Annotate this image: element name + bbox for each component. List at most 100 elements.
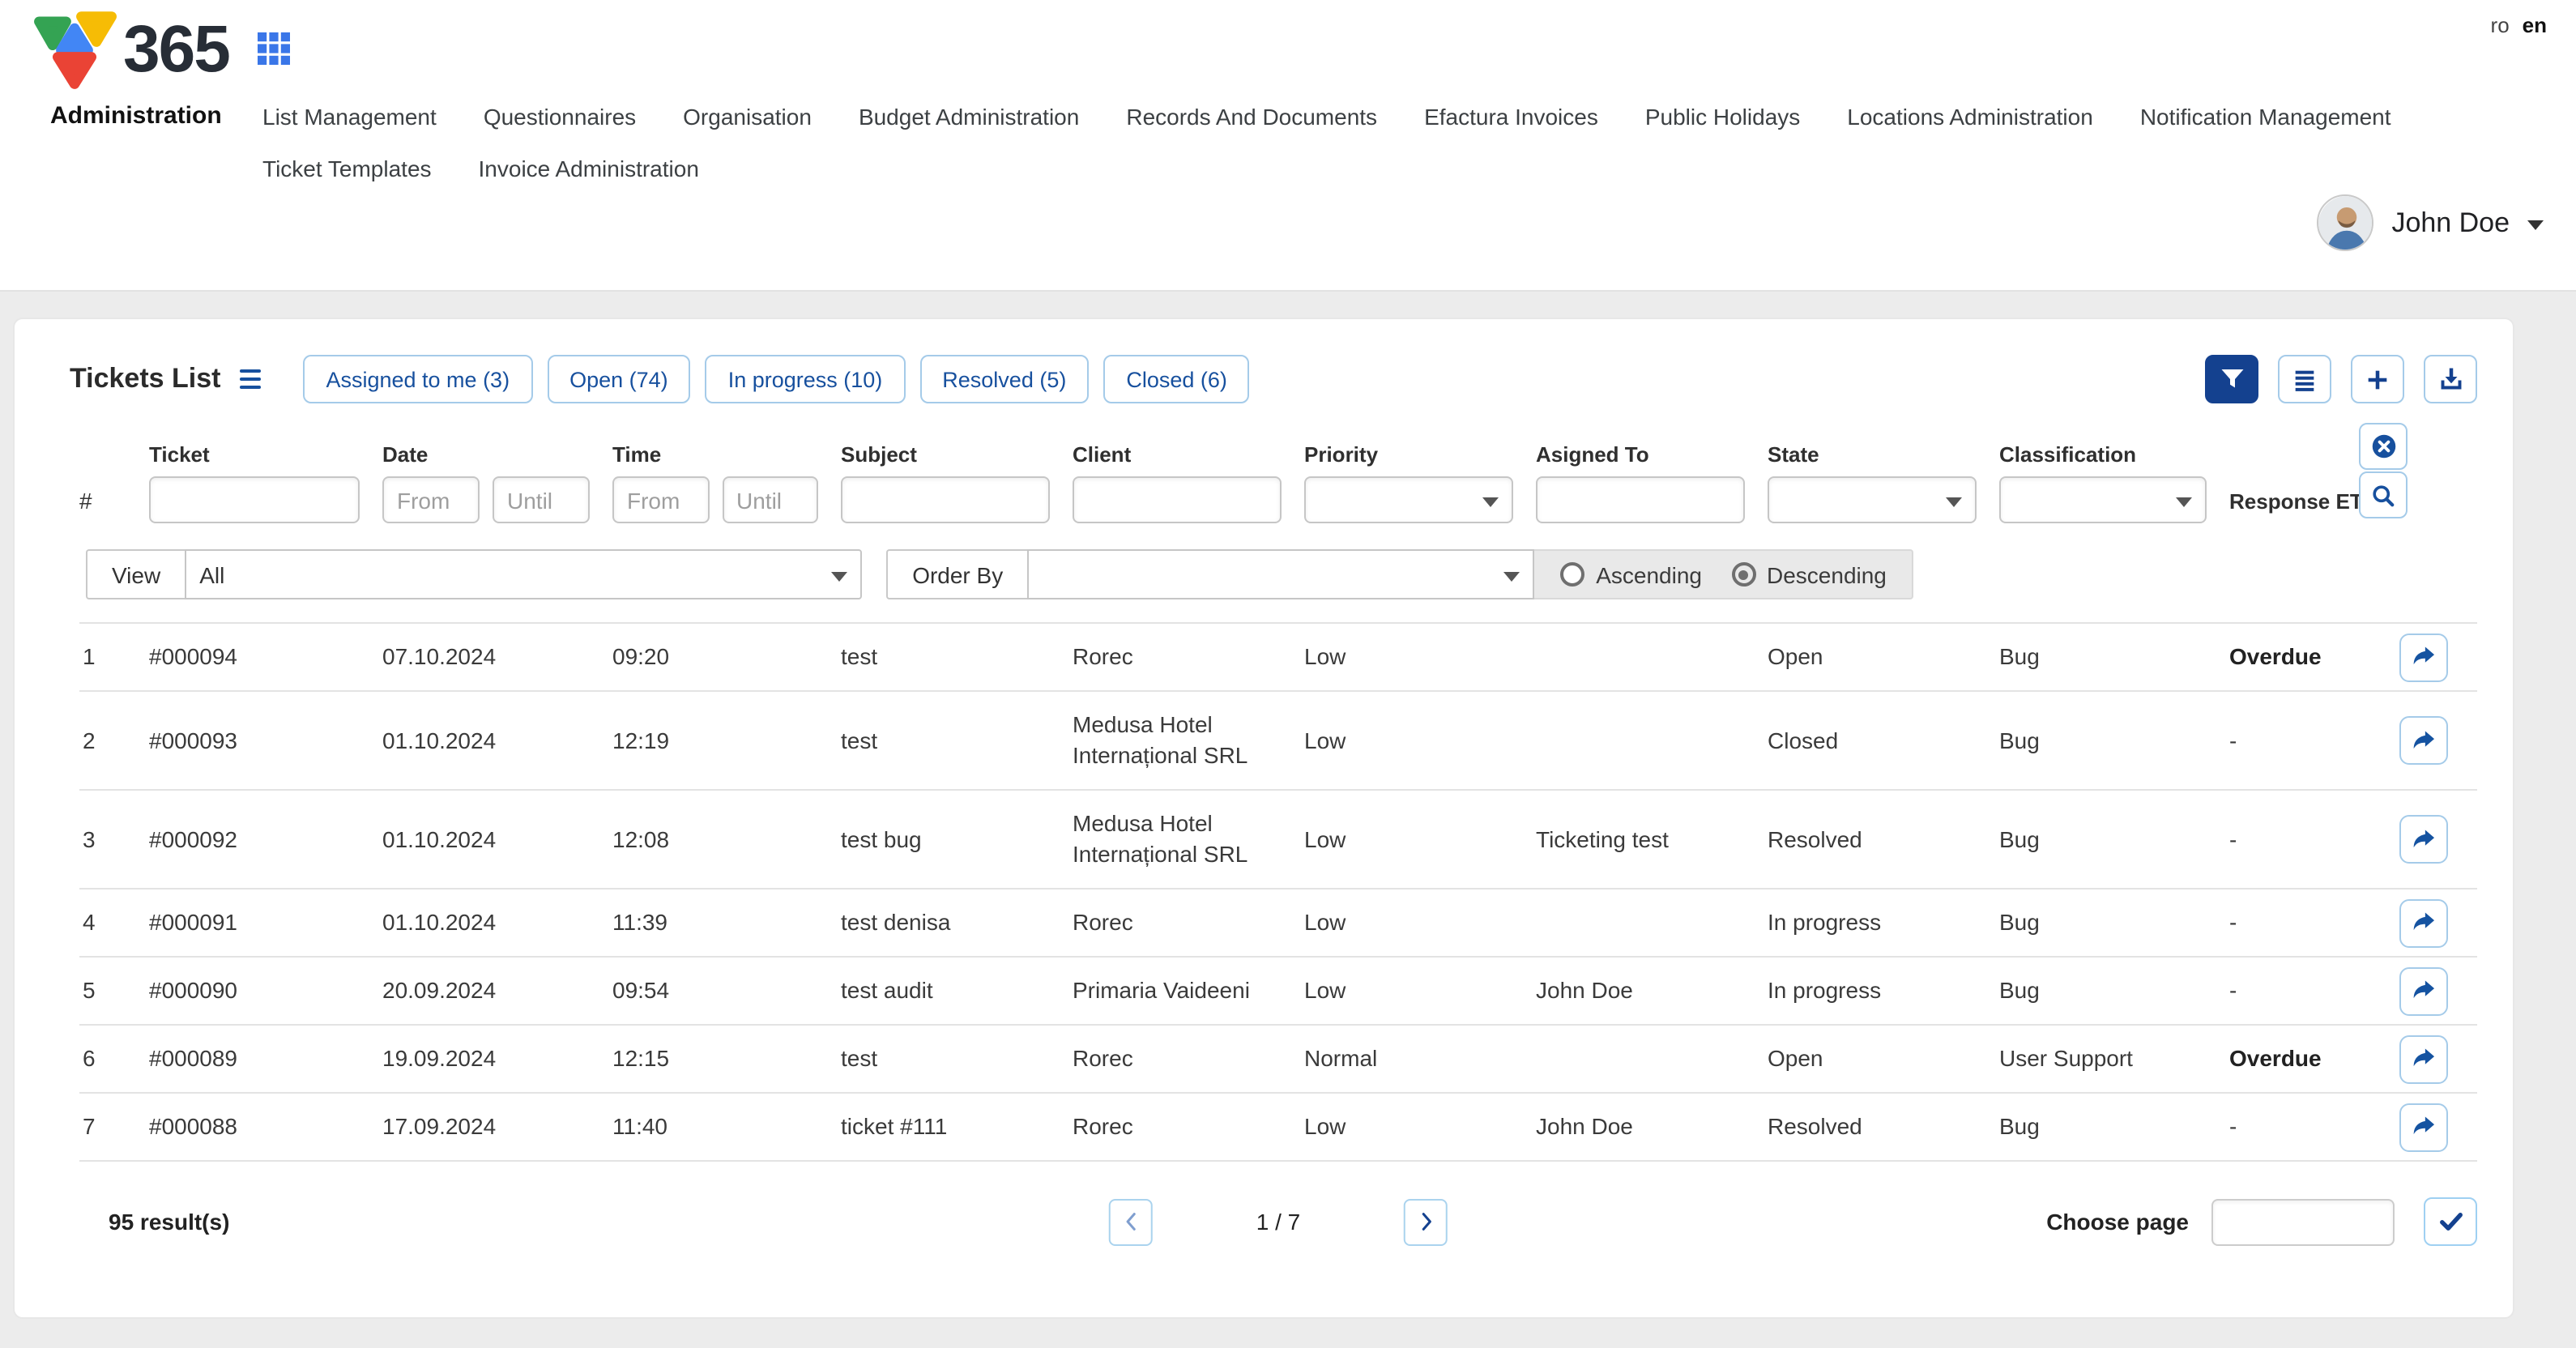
ascending-option[interactable]: Ascending bbox=[1560, 561, 1702, 587]
time-from-input[interactable] bbox=[612, 476, 709, 523]
client-filter-input[interactable] bbox=[1073, 476, 1282, 523]
next-page-button[interactable] bbox=[1404, 1198, 1448, 1245]
go-to-page-button[interactable] bbox=[2424, 1197, 2477, 1246]
chip-in-progress[interactable]: In progress (10) bbox=[706, 355, 906, 403]
choose-page-label: Choose page bbox=[2046, 1209, 2189, 1235]
priority-filter-select[interactable] bbox=[1304, 476, 1513, 523]
time-until-input[interactable] bbox=[722, 476, 818, 523]
chevron-left-icon bbox=[1120, 1210, 1142, 1233]
descending-option[interactable]: Descending bbox=[1731, 561, 1887, 587]
ticket-subject: test bug bbox=[841, 806, 1073, 872]
open-ticket-button[interactable] bbox=[2399, 1034, 2448, 1083]
chip-resolved[interactable]: Resolved (5) bbox=[919, 355, 1089, 403]
ticket-subject: test bbox=[841, 1026, 1073, 1092]
chip-closed[interactable]: Closed (6) bbox=[1103, 355, 1250, 403]
col-label-client: Client bbox=[1073, 442, 1304, 476]
search-button[interactable] bbox=[2359, 471, 2408, 518]
choose-page-input[interactable] bbox=[2211, 1198, 2395, 1245]
ticket-priority: Low bbox=[1304, 624, 1536, 690]
nav-ticket-templates[interactable]: Ticket Templates bbox=[262, 156, 432, 181]
open-ticket-button[interactable] bbox=[2399, 815, 2448, 864]
state-filter-select[interactable] bbox=[1768, 476, 1977, 523]
descending-radio[interactable] bbox=[1731, 562, 1755, 587]
panel-toolbar bbox=[2205, 355, 2477, 403]
view-select[interactable]: All bbox=[185, 549, 862, 599]
nav-notification-management[interactable]: Notification Management bbox=[2140, 104, 2391, 130]
forward-arrow-icon bbox=[2410, 1113, 2437, 1141]
ticket-assigned-to bbox=[1536, 889, 1768, 956]
ticket-response-eta: Overdue bbox=[2229, 1026, 2399, 1092]
nav-locations-administration[interactable]: Locations Administration bbox=[1847, 104, 2093, 130]
ticket-priority: Low bbox=[1304, 958, 1536, 1024]
forward-arrow-icon bbox=[2410, 909, 2437, 936]
clear-filters-button[interactable] bbox=[2359, 423, 2408, 470]
ticket-priority: Low bbox=[1304, 1094, 1536, 1160]
ticket-time: 12:19 bbox=[612, 707, 841, 774]
previous-page-button[interactable] bbox=[1109, 1198, 1153, 1245]
page-indicator: 1 / 7 bbox=[1256, 1209, 1301, 1235]
classification-filter-select[interactable] bbox=[1999, 476, 2207, 523]
user-name: John Doe bbox=[2391, 207, 2510, 239]
ticket-classification: Bug bbox=[1999, 624, 2229, 690]
nav-questionnaires[interactable]: Questionnaires bbox=[484, 104, 636, 130]
open-ticket-button[interactable] bbox=[2399, 716, 2448, 765]
table-footer: 95 result(s) 1 / 7 Choose p bbox=[79, 1197, 2477, 1246]
ticket-subject: test bbox=[841, 707, 1073, 774]
chevron-down-icon bbox=[831, 571, 847, 581]
list-view-button[interactable] bbox=[2278, 355, 2331, 403]
download-button[interactable] bbox=[2424, 355, 2477, 403]
user-menu[interactable]: John Doe bbox=[2317, 194, 2544, 251]
ticket-priority: Low bbox=[1304, 889, 1536, 956]
filter-toggle-button[interactable] bbox=[2205, 355, 2258, 403]
ticket-response-eta: - bbox=[2229, 806, 2399, 872]
add-ticket-button[interactable] bbox=[2351, 355, 2404, 403]
chevron-down-icon bbox=[2527, 220, 2544, 229]
table-row: 1 #000094 07.10.2024 09:20 test Rorec Lo… bbox=[79, 624, 2477, 692]
nav-efactura-invoices[interactable]: Efactura Invoices bbox=[1424, 104, 1598, 130]
ticket-classification: Bug bbox=[1999, 958, 2229, 1024]
nav-organisation[interactable]: Organisation bbox=[683, 104, 812, 130]
nav-budget-administration[interactable]: Budget Administration bbox=[859, 104, 1079, 130]
chip-open[interactable]: Open (74) bbox=[547, 355, 691, 403]
open-ticket-button[interactable] bbox=[2399, 898, 2448, 947]
ticket-time: 11:39 bbox=[612, 889, 841, 956]
row-number: 2 bbox=[79, 707, 149, 774]
tickets-rows: 1 #000094 07.10.2024 09:20 test Rorec Lo… bbox=[79, 624, 2477, 1162]
ticket-id: #000093 bbox=[149, 707, 382, 774]
plus-icon bbox=[2364, 365, 2391, 393]
subject-filter-input[interactable] bbox=[841, 476, 1050, 523]
page-title: Tickets List bbox=[70, 363, 220, 395]
ticket-id: #000090 bbox=[149, 958, 382, 1024]
open-ticket-button[interactable] bbox=[2399, 966, 2448, 1015]
date-until-input[interactable] bbox=[493, 476, 590, 523]
assigned-to-filter-input[interactable] bbox=[1536, 476, 1745, 523]
brand: 365 Administration bbox=[32, 10, 291, 130]
row-number: 3 bbox=[79, 806, 149, 872]
tickets-list-menu-icon[interactable] bbox=[240, 369, 261, 390]
ticket-id: #000092 bbox=[149, 806, 382, 872]
nav-list-management[interactable]: List Management bbox=[262, 104, 437, 130]
chip-assigned-to-me[interactable]: Assigned to me (3) bbox=[303, 355, 532, 403]
order-by-select[interactable] bbox=[1027, 549, 1534, 599]
list-icon bbox=[2291, 365, 2318, 393]
ticket-filter-input[interactable] bbox=[149, 476, 360, 523]
main-content: Tickets List Assigned to me (3) Open (74… bbox=[0, 318, 2576, 1319]
table-row: 7 #000088 17.09.2024 11:40 ticket #111 R… bbox=[79, 1094, 2477, 1162]
col-label-ticket: Ticket bbox=[149, 442, 382, 476]
brand-logo-icon bbox=[32, 10, 117, 89]
ticket-subject: test bbox=[841, 624, 1073, 690]
ticket-state: In progress bbox=[1768, 889, 1999, 956]
open-ticket-button[interactable] bbox=[2399, 633, 2448, 681]
nav-records-and-documents[interactable]: Records And Documents bbox=[1126, 104, 1377, 130]
ticket-date: 01.10.2024 bbox=[382, 707, 612, 774]
ticket-date: 20.09.2024 bbox=[382, 958, 612, 1024]
date-from-input[interactable] bbox=[382, 476, 480, 523]
open-ticket-button[interactable] bbox=[2399, 1103, 2448, 1151]
ticket-classification: Bug bbox=[1999, 806, 2229, 872]
nav-public-holidays[interactable]: Public Holidays bbox=[1645, 104, 1800, 130]
lang-en[interactable]: en bbox=[2523, 13, 2547, 37]
ascending-radio[interactable] bbox=[1560, 562, 1584, 587]
nav-invoice-administration[interactable]: Invoice Administration bbox=[479, 156, 699, 181]
app-viewport: roen 365 Administrat bbox=[0, 0, 2576, 1348]
lang-ro[interactable]: ro bbox=[2491, 13, 2510, 37]
